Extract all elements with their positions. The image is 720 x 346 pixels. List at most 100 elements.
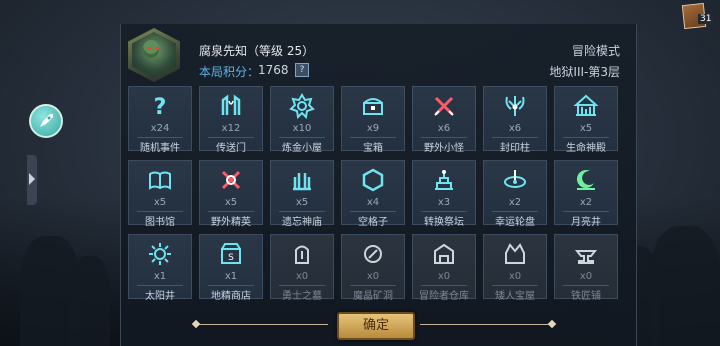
grid-item-4[interactable]: x6 野外小怪 xyxy=(412,86,476,154)
hexagon-icon xyxy=(342,167,404,193)
item-count: x6 xyxy=(437,123,451,134)
grid-item-18[interactable]: x0 冒险者仓库 xyxy=(412,234,476,302)
svg-text:S: S xyxy=(228,253,234,263)
item-divider xyxy=(492,137,538,138)
item-label: 冒险者仓库 xyxy=(419,291,469,302)
item-divider xyxy=(208,137,254,138)
anvil-icon xyxy=(555,241,617,267)
item-count: x0 xyxy=(437,271,451,282)
grid-item-19[interactable]: x0 矮人宝屋 xyxy=(483,234,547,302)
item-count: x0 xyxy=(579,271,593,282)
item-count: x4 xyxy=(366,197,380,208)
item-divider xyxy=(563,137,609,138)
item-count: x0 xyxy=(295,271,309,282)
rocket-icon[interactable] xyxy=(29,104,63,138)
grid-item-13[interactable]: x2 月亮井 xyxy=(554,160,618,228)
item-divider xyxy=(137,211,183,212)
item-divider xyxy=(563,285,609,286)
confirm-button[interactable]: 确定 xyxy=(337,312,415,340)
grid-item-20[interactable]: x0 铁匠铺 xyxy=(554,234,618,302)
item-label: 随机事件 xyxy=(140,143,180,154)
item-count: x0 xyxy=(508,271,522,282)
alchemy-icon xyxy=(271,93,333,119)
item-label: 地精商店 xyxy=(211,291,251,302)
item-count: x6 xyxy=(508,123,522,134)
grid-item-10[interactable]: x4 空格子 xyxy=(341,160,405,228)
item-count: x9 xyxy=(366,123,380,134)
grid-item-1[interactable]: x12 传送门 xyxy=(199,86,263,154)
grid-item-9[interactable]: x5 遗忘神庙 xyxy=(270,160,334,228)
mine-icon xyxy=(342,241,404,267)
item-label: 野外精英 xyxy=(211,217,251,228)
item-divider xyxy=(421,285,467,286)
item-divider xyxy=(563,211,609,212)
score-label: 本局积分： xyxy=(199,65,260,79)
divider-left xyxy=(196,324,328,325)
sun-icon xyxy=(129,241,191,267)
item-count: x10 xyxy=(292,123,312,134)
grid-item-17[interactable]: x0 魔晶矿洞 xyxy=(341,234,405,302)
item-count: x5 xyxy=(224,197,238,208)
item-count: x1 xyxy=(153,271,167,282)
item-label: 勇士之墓 xyxy=(282,291,322,302)
item-label: 魔晶矿洞 xyxy=(353,291,393,302)
dwarf-house-icon xyxy=(484,241,546,267)
grid-item-5[interactable]: x6 封印柱 xyxy=(483,86,547,154)
item-label: 图书馆 xyxy=(145,217,175,228)
grid-item-0[interactable]: ? x24 随机事件 xyxy=(128,86,192,154)
item-label: 幸运轮盘 xyxy=(495,217,535,228)
grid-item-2[interactable]: x10 炼金小屋 xyxy=(270,86,334,154)
temple-icon xyxy=(555,93,617,119)
item-count: x24 xyxy=(150,123,170,134)
hero-name: 腐泉先知（等级 25） xyxy=(199,44,315,58)
item-label: 太阳井 xyxy=(145,291,175,302)
item-count: x2 xyxy=(508,197,522,208)
grid-item-7[interactable]: x5 图书馆 xyxy=(128,160,192,228)
seal-pillar-icon xyxy=(484,93,546,119)
help-icon[interactable]: ? xyxy=(295,63,309,77)
divider-right xyxy=(420,324,552,325)
forgotten-temple-icon xyxy=(271,167,333,193)
item-divider xyxy=(137,285,183,286)
tomb-icon xyxy=(271,241,333,267)
floor-label: 地狱III-第3层 xyxy=(549,65,620,79)
grid-item-3[interactable]: x9 宝箱 xyxy=(341,86,405,154)
book-icon xyxy=(129,167,191,193)
grid-item-15[interactable]: Sx1 地精商店 xyxy=(199,234,263,302)
item-grid: ? x24 随机事件 x12 传送门 x10 炼金小屋 x9 宝箱 x6 野外小怪 x6 封印柱 x5 生命… xyxy=(128,86,618,302)
item-label: 野外小怪 xyxy=(424,143,464,154)
item-divider xyxy=(279,211,325,212)
grid-item-8[interactable]: x5 野外精英 xyxy=(199,160,263,228)
item-label: 封印柱 xyxy=(500,143,530,154)
score-value: 1768 xyxy=(258,63,289,77)
item-divider xyxy=(137,137,183,138)
game-mode: 冒险模式 xyxy=(571,44,620,58)
elite-icon xyxy=(200,167,262,193)
item-count: x5 xyxy=(579,123,593,134)
item-label: 宝箱 xyxy=(363,143,383,154)
expand-arrow-icon[interactable] xyxy=(29,173,35,185)
svg-text:?: ? xyxy=(154,95,167,119)
item-divider xyxy=(421,211,467,212)
item-divider xyxy=(492,285,538,286)
grid-item-14[interactable]: x1 太阳井 xyxy=(128,234,192,302)
item-count: x5 xyxy=(295,197,309,208)
chest-icon xyxy=(342,93,404,119)
crossed-swords-icon xyxy=(413,93,475,119)
item-divider xyxy=(492,211,538,212)
shop-icon: S xyxy=(200,241,262,267)
item-label: 炼金小屋 xyxy=(282,143,322,154)
grid-item-16[interactable]: x0 勇士之墓 xyxy=(270,234,334,302)
item-count: x0 xyxy=(366,271,380,282)
item-divider xyxy=(350,211,396,212)
item-divider xyxy=(208,211,254,212)
item-label: 遗忘神庙 xyxy=(282,217,322,228)
grid-item-6[interactable]: x5 生命神殿 xyxy=(554,86,618,154)
altar-icon xyxy=(413,167,475,193)
grid-item-12[interactable]: x2 幸运轮盘 xyxy=(483,160,547,228)
item-divider xyxy=(279,285,325,286)
item-label: 空格子 xyxy=(358,217,388,228)
item-label: 铁匠铺 xyxy=(571,291,601,302)
item-label: 矮人宝屋 xyxy=(495,291,535,302)
grid-item-11[interactable]: x3 转换祭坛 xyxy=(412,160,476,228)
